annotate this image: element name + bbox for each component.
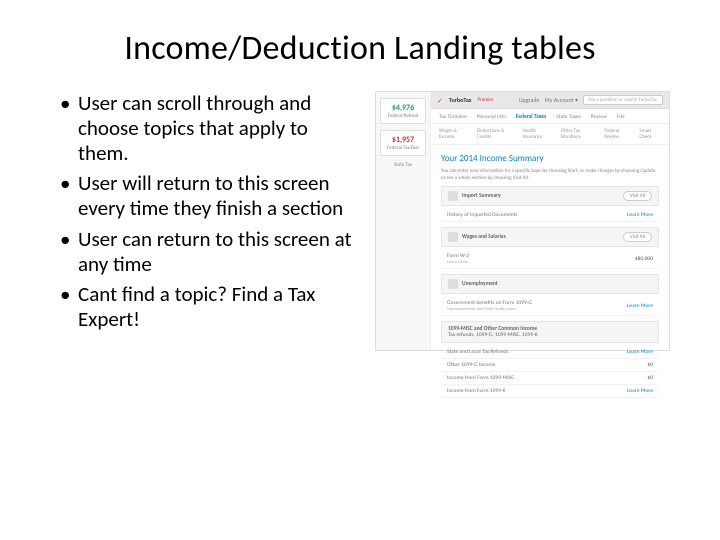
import-icon bbox=[448, 191, 458, 201]
section-unemployment: Unemployment bbox=[441, 274, 659, 294]
section-wages: Wages and Salaries Visit All bbox=[441, 227, 659, 247]
learn-more-link[interactable]: Learn More bbox=[627, 349, 653, 355]
row-amount: $0 bbox=[647, 362, 653, 368]
row-state-refund: State and Local Tax Refunds Learn More bbox=[441, 346, 659, 359]
tab-personal[interactable]: Personal Info bbox=[477, 114, 506, 120]
section-title: Import Summary bbox=[462, 193, 501, 199]
page-heading: Your 2014 Income Summary bbox=[441, 153, 659, 164]
tab-file[interactable]: File bbox=[617, 114, 625, 120]
state-tax-label: State Tax bbox=[380, 162, 426, 168]
learn-more-link[interactable]: Learn More bbox=[447, 260, 469, 265]
product-tier: Premier bbox=[478, 97, 494, 103]
section-title: Wages and Salaries bbox=[462, 234, 506, 240]
row-label: Income from Form 1099-MISC bbox=[447, 375, 514, 381]
bullet-list: User can scroll through and choose topic… bbox=[60, 91, 355, 351]
slide-content: User can scroll through and choose topic… bbox=[0, 91, 720, 351]
row-1099g: Government benefits on Form 1099-GUnempl… bbox=[441, 297, 659, 316]
tax-due-label: Federal Tax Due bbox=[383, 145, 423, 151]
tax-due-badge: $1,957 Federal Tax Due bbox=[380, 130, 426, 156]
subtab-wages[interactable]: Wages & Income bbox=[439, 128, 468, 140]
tab-state[interactable]: State Taxes bbox=[556, 114, 581, 120]
upgrade-link[interactable]: Upgrade bbox=[519, 96, 540, 104]
row-sublabel: Unemployment and Paid Family Leave bbox=[447, 307, 532, 312]
slide-title: Income/Deduction Landing tables bbox=[0, 0, 720, 91]
row-other-1099g: Other 1099-G Income $0 bbox=[441, 359, 659, 372]
row-1099k: Income from Form 1099-K Learn More bbox=[441, 385, 659, 398]
page-description: You can enter new information for a spec… bbox=[441, 168, 659, 181]
sidebar: $4,976 Federal Refund $1,957 Federal Tax… bbox=[376, 92, 431, 350]
app-logo: TurboTax bbox=[449, 96, 472, 104]
learn-more-link[interactable]: Learn More bbox=[627, 212, 653, 218]
section-import: Import Summary Visit All bbox=[441, 186, 659, 206]
wages-icon bbox=[448, 232, 458, 242]
topbar: ✓ TurboTax Premier Upgrade My Account ▾ … bbox=[431, 92, 669, 109]
row-label: Form W-2 bbox=[447, 253, 469, 259]
unemployment-icon bbox=[448, 279, 458, 289]
visit-all-button[interactable]: Visit All bbox=[623, 232, 652, 242]
subtab-other[interactable]: Other Tax Situations bbox=[561, 128, 596, 140]
bullet-item: User can scroll through and choose topic… bbox=[60, 91, 355, 165]
row-label: State and Local Tax Refunds bbox=[447, 349, 508, 355]
primary-tabs: Tax Timeline Personal Info Federal Taxes… bbox=[431, 109, 669, 124]
section-title: Unemployment bbox=[462, 281, 498, 287]
row-label: Income from Form 1099-K bbox=[447, 388, 505, 394]
section-1099misc: 1099-MISC and Other Common IncomeTax ref… bbox=[441, 321, 659, 343]
subtab-deductions[interactable]: Deductions & Credits bbox=[477, 128, 513, 140]
search-input[interactable]: Ask a question or search TurboTax bbox=[583, 95, 663, 105]
learn-more-link[interactable]: Learn More bbox=[627, 388, 653, 394]
tab-timeline[interactable]: Tax Timeline bbox=[439, 114, 467, 120]
tax-due-amount: $1,957 bbox=[383, 135, 423, 145]
refund-amount: $4,976 bbox=[383, 103, 423, 113]
row-import-history: History of Imported Documents Learn More bbox=[441, 209, 659, 222]
logo-check-icon: ✓ bbox=[437, 96, 443, 105]
bullet-item: User can return to this screen at any ti… bbox=[60, 227, 355, 277]
subtab-health[interactable]: Health Insurance bbox=[523, 128, 552, 140]
bullet-item: Cant find a topic? Find a Tax Expert! bbox=[60, 282, 355, 332]
section-subtitle: Tax refunds, 1099-G, 1099-MISC, 1099-K bbox=[448, 332, 538, 338]
bullet-item: User will return to this screen every ti… bbox=[60, 171, 355, 221]
row-label: History of Imported Documents bbox=[447, 212, 518, 218]
row-label: Government benefits on Form 1099-G bbox=[447, 300, 532, 306]
visit-all-button[interactable]: Visit All bbox=[623, 191, 652, 201]
refund-label: Federal Refund bbox=[383, 113, 423, 119]
tab-federal[interactable]: Federal Taxes bbox=[516, 114, 546, 120]
refund-badge: $4,976 Federal Refund bbox=[380, 98, 426, 124]
secondary-tabs: Wages & Income Deductions & Credits Heal… bbox=[431, 124, 669, 145]
learn-more-link[interactable]: Learn More bbox=[627, 303, 653, 309]
account-menu[interactable]: My Account ▾ bbox=[545, 96, 579, 104]
body: Your 2014 Income Summary You can enter n… bbox=[431, 145, 669, 406]
row-w2: Form W-2Learn More $80,000 bbox=[441, 250, 659, 269]
subtab-smart-check[interactable]: Smart Check bbox=[639, 128, 661, 140]
tab-review[interactable]: Review bbox=[591, 114, 607, 120]
main-panel: ✓ TurboTax Premier Upgrade My Account ▾ … bbox=[431, 92, 669, 350]
subtab-fed-review[interactable]: Federal Review bbox=[604, 128, 630, 140]
row-label: Other 1099-G Income bbox=[447, 362, 495, 368]
row-amount: $80,000 bbox=[635, 256, 653, 262]
row-amount: $0 bbox=[647, 375, 653, 381]
row-1099misc: Income from Form 1099-MISC $0 bbox=[441, 372, 659, 385]
embedded-screenshot: $4,976 Federal Refund $1,957 Federal Tax… bbox=[375, 91, 670, 351]
